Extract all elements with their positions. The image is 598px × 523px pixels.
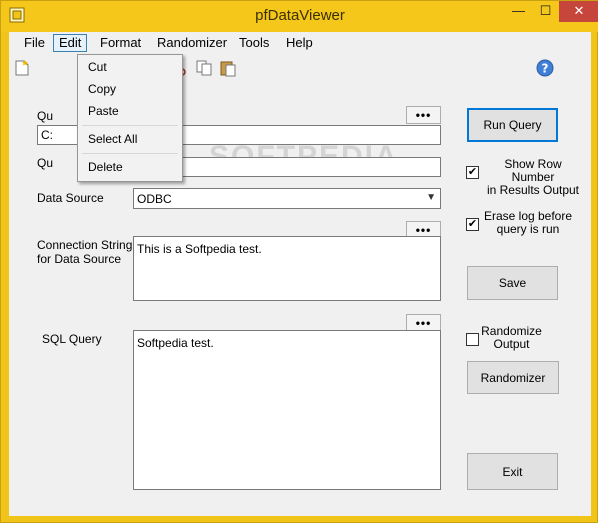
menu-separator (82, 125, 178, 126)
menu-help[interactable]: Help (281, 34, 318, 52)
menu-separator (82, 153, 178, 154)
erase-log-checkbox[interactable]: ✔ (466, 218, 479, 231)
sql-query-input[interactable]: Softpedia test. (133, 330, 441, 490)
connection-string-label: Connection String for Data Source (37, 238, 133, 266)
menu-format[interactable]: Format (95, 34, 146, 52)
connection-string-input[interactable]: This is a Softpedia test. (133, 236, 441, 301)
randomize-output-label: Randomize Output (481, 324, 542, 351)
client-area: File Edit Format Randomizer Tools Help ?… (9, 32, 591, 516)
run-query-button[interactable]: Run Query (467, 108, 558, 142)
menu-item-delete[interactable]: Delete (78, 157, 182, 177)
new-file-icon[interactable] (13, 59, 31, 77)
menu-bar: File Edit Format Randomizer Tools Help (9, 32, 591, 54)
menu-tools[interactable]: Tools (234, 34, 274, 52)
menu-item-select-all[interactable]: Select All (78, 129, 182, 149)
randomizer-button[interactable]: Randomizer (467, 361, 559, 394)
main-window: pfDataViewer — ☐ ✕ File Edit Format Rand… (0, 0, 598, 523)
menu-randomizer[interactable]: Randomizer (152, 34, 232, 52)
chevron-down-icon: ▼ (426, 192, 436, 203)
paste-icon[interactable] (219, 59, 237, 77)
menu-file[interactable]: File (19, 34, 50, 52)
minimize-button[interactable]: — (505, 1, 532, 22)
menu-item-cut[interactable]: Cut (78, 57, 182, 77)
exit-button[interactable]: Exit (467, 453, 558, 490)
menu-edit[interactable]: Edit (53, 34, 88, 52)
erase-log-label: Erase log before query is run (483, 209, 573, 236)
save-button[interactable]: Save (467, 266, 558, 300)
show-row-number-checkbox[interactable]: ✔ (466, 166, 479, 179)
query-file-label: Qu (37, 109, 54, 123)
maximize-button[interactable]: ☐ (532, 1, 559, 22)
close-button[interactable]: ✕ (559, 1, 598, 22)
menu-item-copy[interactable]: Copy (78, 79, 182, 99)
edit-menu-dropdown: Cut Copy Paste Select All Delete (77, 54, 183, 182)
query-name-label: Qu (37, 156, 54, 170)
randomize-output-checkbox[interactable] (466, 333, 479, 346)
data-source-value: ODBC (137, 192, 172, 206)
help-icon[interactable]: ? (536, 59, 554, 77)
show-row-number-label: Show Row Number in Results Output (486, 157, 580, 197)
copy-icon[interactable] (195, 59, 213, 77)
title-bar[interactable]: pfDataViewer — ☐ ✕ (1, 1, 598, 32)
data-source-select[interactable]: ODBC ▼ (133, 188, 441, 209)
menu-item-paste[interactable]: Paste (78, 101, 182, 121)
sql-query-label: SQL Query (42, 332, 102, 346)
svg-text:?: ? (542, 62, 549, 76)
query-file-browse-button[interactable]: ••• (406, 106, 441, 124)
data-source-label: Data Source (37, 191, 104, 205)
